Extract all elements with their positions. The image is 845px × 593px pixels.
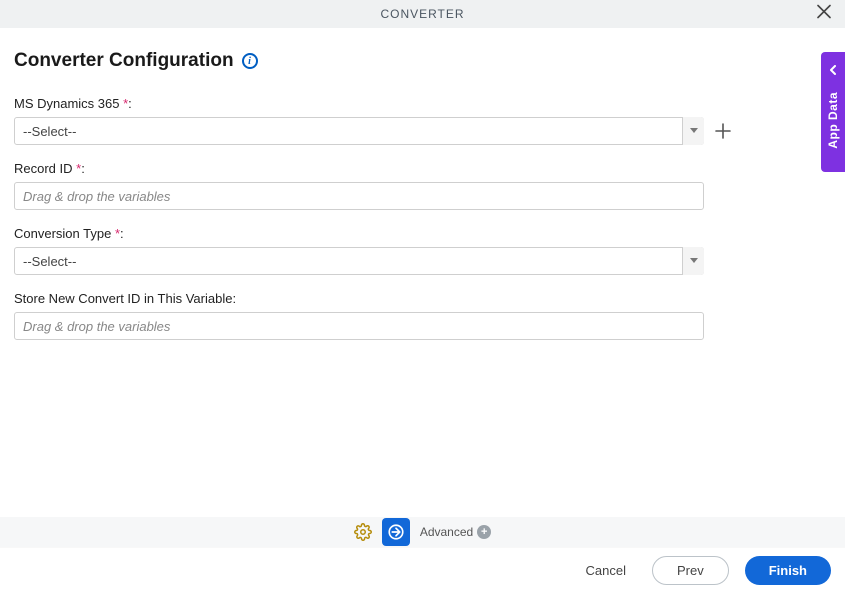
add-connection-button[interactable]	[714, 122, 732, 140]
advanced-toggle[interactable]: Advanced +	[420, 525, 491, 539]
ms-dynamics-select-value: --Select--	[14, 117, 704, 145]
field-conversion-type: Conversion Type *: --Select--	[14, 226, 831, 275]
form-content: Converter Configuration i MS Dynamics 36…	[0, 28, 845, 340]
close-icon[interactable]	[817, 5, 831, 24]
prev-button[interactable]: Prev	[652, 556, 729, 585]
record-id-input[interactable]: Drag & drop the variables	[14, 182, 704, 210]
conversion-type-select[interactable]: --Select--	[14, 247, 704, 275]
finish-button[interactable]: Finish	[745, 556, 831, 585]
field-store-variable-label: Store New Convert ID in This Variable:	[14, 291, 831, 306]
app-data-tab[interactable]: App Data	[821, 52, 845, 172]
modal-title: CONVERTER	[380, 7, 464, 21]
app-data-tab-label: App Data	[826, 92, 840, 149]
page-title-row: Converter Configuration i	[14, 50, 831, 72]
modal-header: CONVERTER	[0, 0, 845, 28]
cancel-button[interactable]: Cancel	[576, 557, 636, 584]
advanced-label: Advanced	[420, 525, 473, 539]
bottom-toolbar: Advanced +	[0, 517, 845, 547]
field-record-id: Record ID *: Drag & drop the variables	[14, 161, 831, 210]
export-button[interactable]	[382, 518, 410, 546]
chevron-left-icon	[829, 62, 837, 80]
footer: Cancel Prev Finish	[0, 547, 845, 593]
plus-circle-icon: +	[477, 525, 491, 539]
field-ms-dynamics-label: MS Dynamics 365 *:	[14, 96, 831, 111]
field-store-variable: Store New Convert ID in This Variable: D…	[14, 291, 831, 340]
conversion-type-select-value: --Select--	[14, 247, 704, 275]
field-ms-dynamics: MS Dynamics 365 *: --Select--	[14, 96, 831, 145]
gear-icon[interactable]	[354, 523, 372, 541]
info-icon[interactable]: i	[242, 53, 258, 69]
field-conversion-type-label: Conversion Type *:	[14, 226, 831, 241]
ms-dynamics-select[interactable]: --Select--	[14, 117, 704, 145]
page-title: Converter Configuration	[14, 50, 234, 72]
field-record-id-label: Record ID *:	[14, 161, 831, 176]
store-variable-input[interactable]: Drag & drop the variables	[14, 312, 704, 340]
